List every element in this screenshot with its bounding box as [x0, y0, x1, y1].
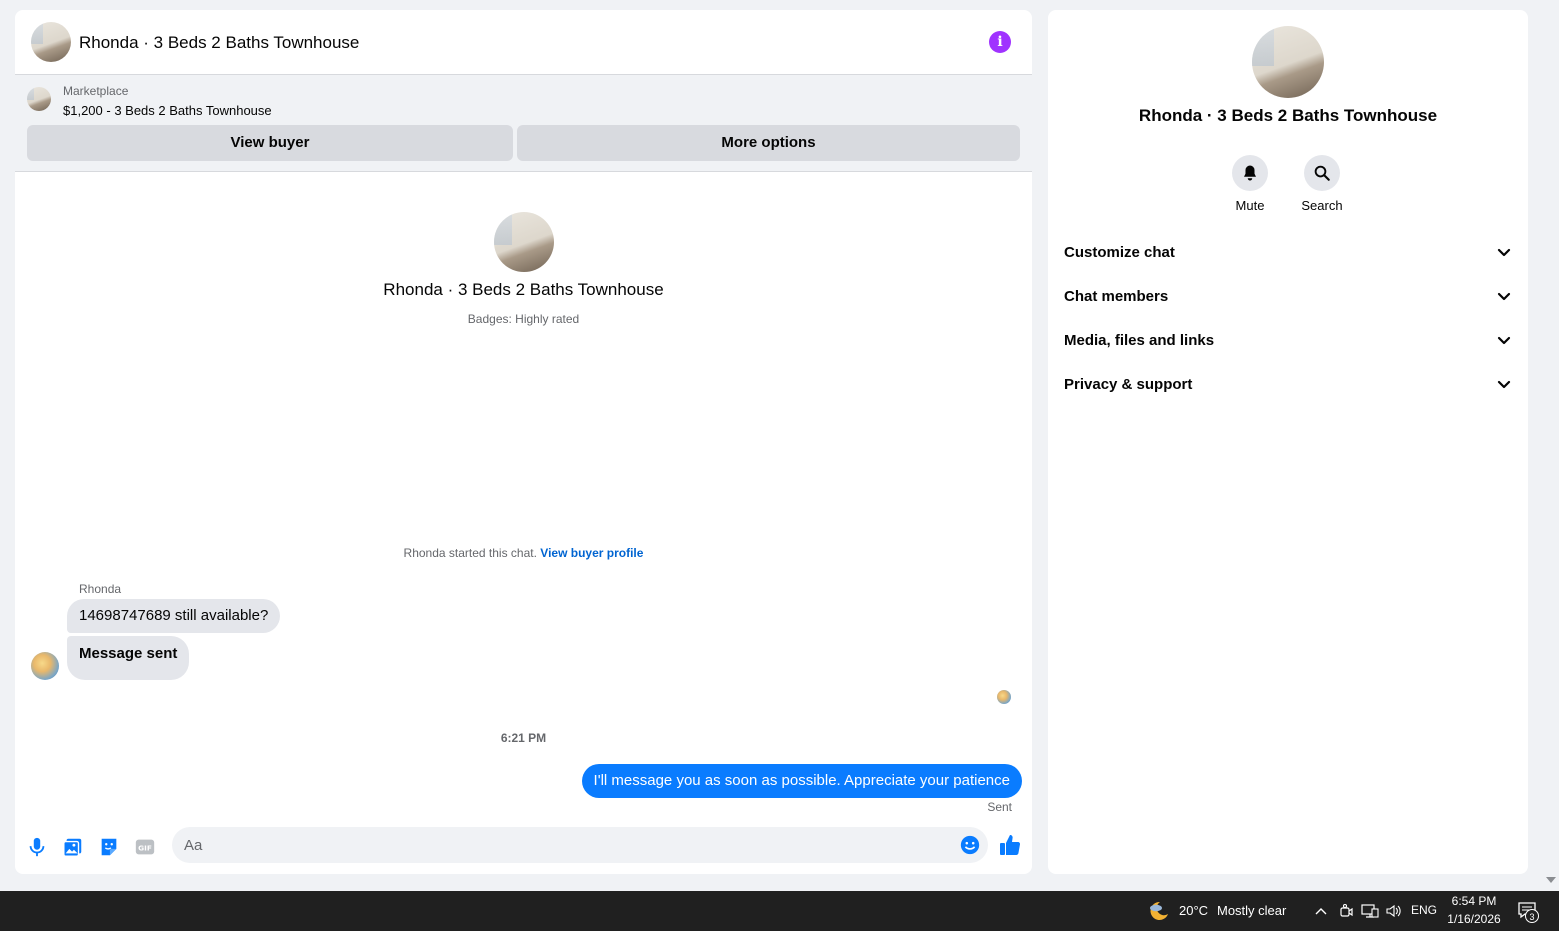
chat-header: Rhonda · 3 Beds 2 Baths Townhouse i — [15, 10, 1032, 75]
weather-temperature[interactable]: 20°C — [1179, 903, 1208, 918]
photo-icon[interactable] — [62, 836, 84, 858]
svg-text:GIF: GIF — [138, 844, 152, 853]
media-files-links-section[interactable]: Media, files and links — [1064, 324, 1512, 356]
seen-receipt-avatar — [997, 690, 1011, 704]
scroll-down-arrow[interactable] — [1546, 877, 1556, 883]
search-button[interactable]: Search — [1292, 155, 1352, 213]
chevron-down-icon — [1497, 248, 1511, 257]
conversation-title[interactable]: Rhonda · 3 Beds 2 Baths Townhouse — [79, 33, 359, 53]
intro-badges: Badges: Highly rated — [467, 312, 580, 326]
sticker-icon[interactable] — [98, 836, 120, 858]
clock[interactable]: 6:54 PM 1/16/2026 — [1446, 894, 1502, 926]
listing-title[interactable]: $1,200 - 3 Beds 2 Baths Townhouse — [63, 103, 272, 118]
intro-avatar[interactable] — [494, 212, 554, 272]
view-buyer-profile-link[interactable]: View buyer profile — [540, 546, 643, 560]
notification-center-icon[interactable]: 3 — [1517, 901, 1541, 923]
gif-icon[interactable]: GIF — [134, 836, 156, 858]
intro-name: Rhonda · 3 Beds 2 Baths Townhouse — [383, 280, 664, 299]
message-timestamp: 6:21 PM — [500, 731, 547, 745]
search-icon — [1304, 155, 1340, 191]
chat-started-text: Rhonda started this chat. — [403, 546, 537, 560]
chevron-down-icon — [1497, 292, 1511, 301]
message-status: Sent — [987, 800, 1012, 814]
section-label: Customize chat — [1064, 243, 1175, 261]
chevron-down-icon — [1497, 336, 1511, 345]
info-name: Rhonda · 3 Beds 2 Baths Townhouse — [1138, 106, 1438, 125]
view-buyer-button[interactable]: View buyer — [27, 125, 513, 161]
section-label: Chat members — [1064, 287, 1169, 305]
message-input[interactable] — [172, 827, 988, 863]
notification-count-badge: 3 — [1525, 909, 1539, 923]
clock-date: 1/16/2026 — [1447, 912, 1501, 926]
thumbs-up-icon[interactable] — [998, 833, 1022, 857]
marketplace-label: Marketplace — [63, 84, 129, 98]
chevron-up-icon[interactable] — [1314, 904, 1328, 921]
more-options-button[interactable]: More options — [517, 125, 1020, 161]
customize-chat-section[interactable]: Customize chat — [1064, 236, 1512, 268]
info-icon[interactable]: i — [989, 31, 1011, 53]
sender-avatar[interactable] — [31, 652, 59, 680]
weather-description[interactable]: Mostly clear — [1217, 903, 1286, 918]
privacy-support-section[interactable]: Privacy & support — [1064, 368, 1512, 400]
search-label: Search — [1301, 198, 1343, 213]
conversation-avatar[interactable] — [31, 22, 71, 62]
meet-now-icon[interactable] — [1338, 903, 1354, 922]
windows-taskbar: 20°C Mostly clear ENG 6:54 PM 1/16/2026 … — [0, 891, 1559, 931]
chat-panel: Rhonda · 3 Beds 2 Baths Townhouse i Mark… — [15, 10, 1032, 874]
incoming-message[interactable]: Message sent — [67, 636, 190, 680]
conversation-info-panel: Rhonda · 3 Beds 2 Baths Townhouse Mute S… — [1048, 10, 1528, 874]
moon-weather-icon[interactable] — [1146, 900, 1170, 922]
chat-members-section[interactable]: Chat members — [1064, 280, 1512, 312]
mute-label: Mute — [1235, 198, 1265, 213]
network-icon[interactable] — [1361, 903, 1379, 922]
outgoing-message[interactable]: I'll message you as soon as possible. Ap… — [581, 764, 1022, 798]
emoji-icon[interactable] — [959, 834, 981, 856]
clock-time: 6:54 PM — [1451, 894, 1497, 908]
volume-icon[interactable] — [1385, 903, 1403, 922]
mute-button[interactable]: Mute — [1220, 155, 1280, 213]
section-label: Media, files and links — [1064, 331, 1215, 349]
sender-name: Rhonda — [79, 582, 122, 596]
chat-started-notice: Rhonda started this chat. View buyer pro… — [15, 546, 1032, 560]
marketplace-bar: Marketplace $1,200 - 3 Beds 2 Baths Town… — [15, 75, 1032, 172]
listing-thumbnail[interactable] — [27, 87, 51, 111]
info-avatar[interactable] — [1252, 26, 1324, 98]
chevron-down-icon — [1497, 380, 1511, 389]
section-label: Privacy & support — [1064, 375, 1193, 393]
incoming-message[interactable]: 14698747689 still available? — [67, 599, 281, 633]
language-indicator[interactable]: ENG — [1411, 903, 1437, 917]
microphone-icon[interactable] — [26, 836, 48, 858]
bell-icon — [1232, 155, 1268, 191]
